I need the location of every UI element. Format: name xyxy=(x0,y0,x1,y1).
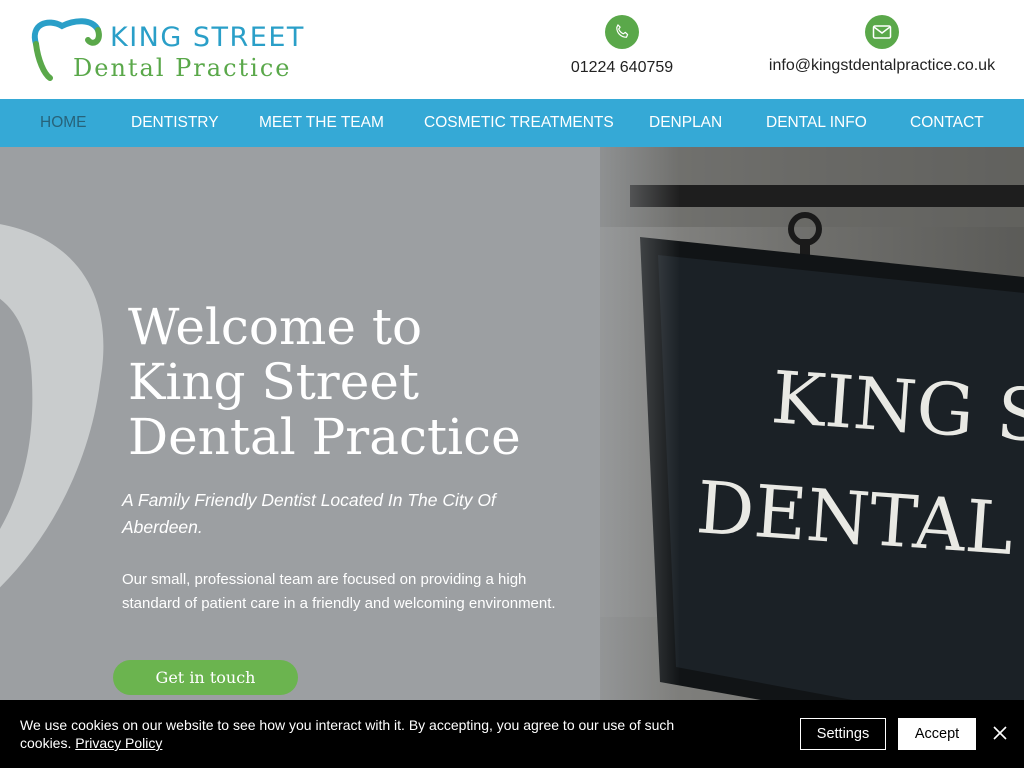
cookie-banner: We use cookies on our website to see how… xyxy=(0,700,1024,768)
hero-title-line3: Dental Practice xyxy=(128,408,521,466)
logo-text-dental-practice: Dental Practice xyxy=(73,54,292,82)
nav-meet-the-team[interactable]: MEET THE TEAM xyxy=(259,99,384,147)
logo-text-king-street: KING STREET xyxy=(110,22,305,53)
email-address[interactable]: info@kingstdentalpractice.co.uk xyxy=(766,57,998,75)
header-phone[interactable]: 01224 640759 xyxy=(560,15,684,77)
site-header: KING STREET Dental Practice 01224 640759… xyxy=(0,0,1024,99)
envelope-icon[interactable] xyxy=(865,15,899,49)
phone-number[interactable]: 01224 640759 xyxy=(560,59,684,77)
hero-title: Welcome to King Street Dental Practice xyxy=(128,300,521,465)
nav-dental-info[interactable]: DENTAL INFO xyxy=(766,99,867,147)
phone-icon[interactable] xyxy=(605,15,639,49)
hero-section: KING ST DENTAL PR Welcome to King Street… xyxy=(0,147,1024,768)
hero-title-line2: King Street xyxy=(128,353,419,411)
nav-dentistry[interactable]: DENTISTRY xyxy=(131,99,219,147)
hero-subtitle: A Family Friendly Dentist Located In The… xyxy=(122,490,496,537)
decorative-tooth-arc xyxy=(0,224,104,588)
hero-title-line1: Welcome to xyxy=(128,298,423,356)
cookie-accept-button[interactable]: Accept xyxy=(898,718,976,750)
main-nav: HOME DENTISTRY MEET THE TEAM COSMETIC TR… xyxy=(0,99,1024,147)
nav-contact[interactable]: CONTACT xyxy=(910,99,984,147)
nav-denplan[interactable]: DENPLAN xyxy=(649,99,722,147)
close-icon[interactable] xyxy=(990,723,1010,743)
cookie-settings-button[interactable]: Settings xyxy=(800,718,886,750)
site-logo[interactable]: KING STREET Dental Practice xyxy=(28,14,303,84)
hero-photo-fade xyxy=(560,147,680,768)
header-email[interactable]: info@kingstdentalpractice.co.uk xyxy=(766,15,998,75)
hero-description: Our small, professional team are focused… xyxy=(122,571,556,612)
cookie-message: We use cookies on our website to see how… xyxy=(20,716,710,752)
nav-cosmetic-treatments[interactable]: COSMETIC TREATMENTS xyxy=(424,99,614,147)
nav-home[interactable]: HOME xyxy=(40,99,87,147)
get-in-touch-button[interactable]: Get in touch xyxy=(113,660,298,695)
privacy-policy-link[interactable]: Privacy Policy xyxy=(75,735,162,751)
